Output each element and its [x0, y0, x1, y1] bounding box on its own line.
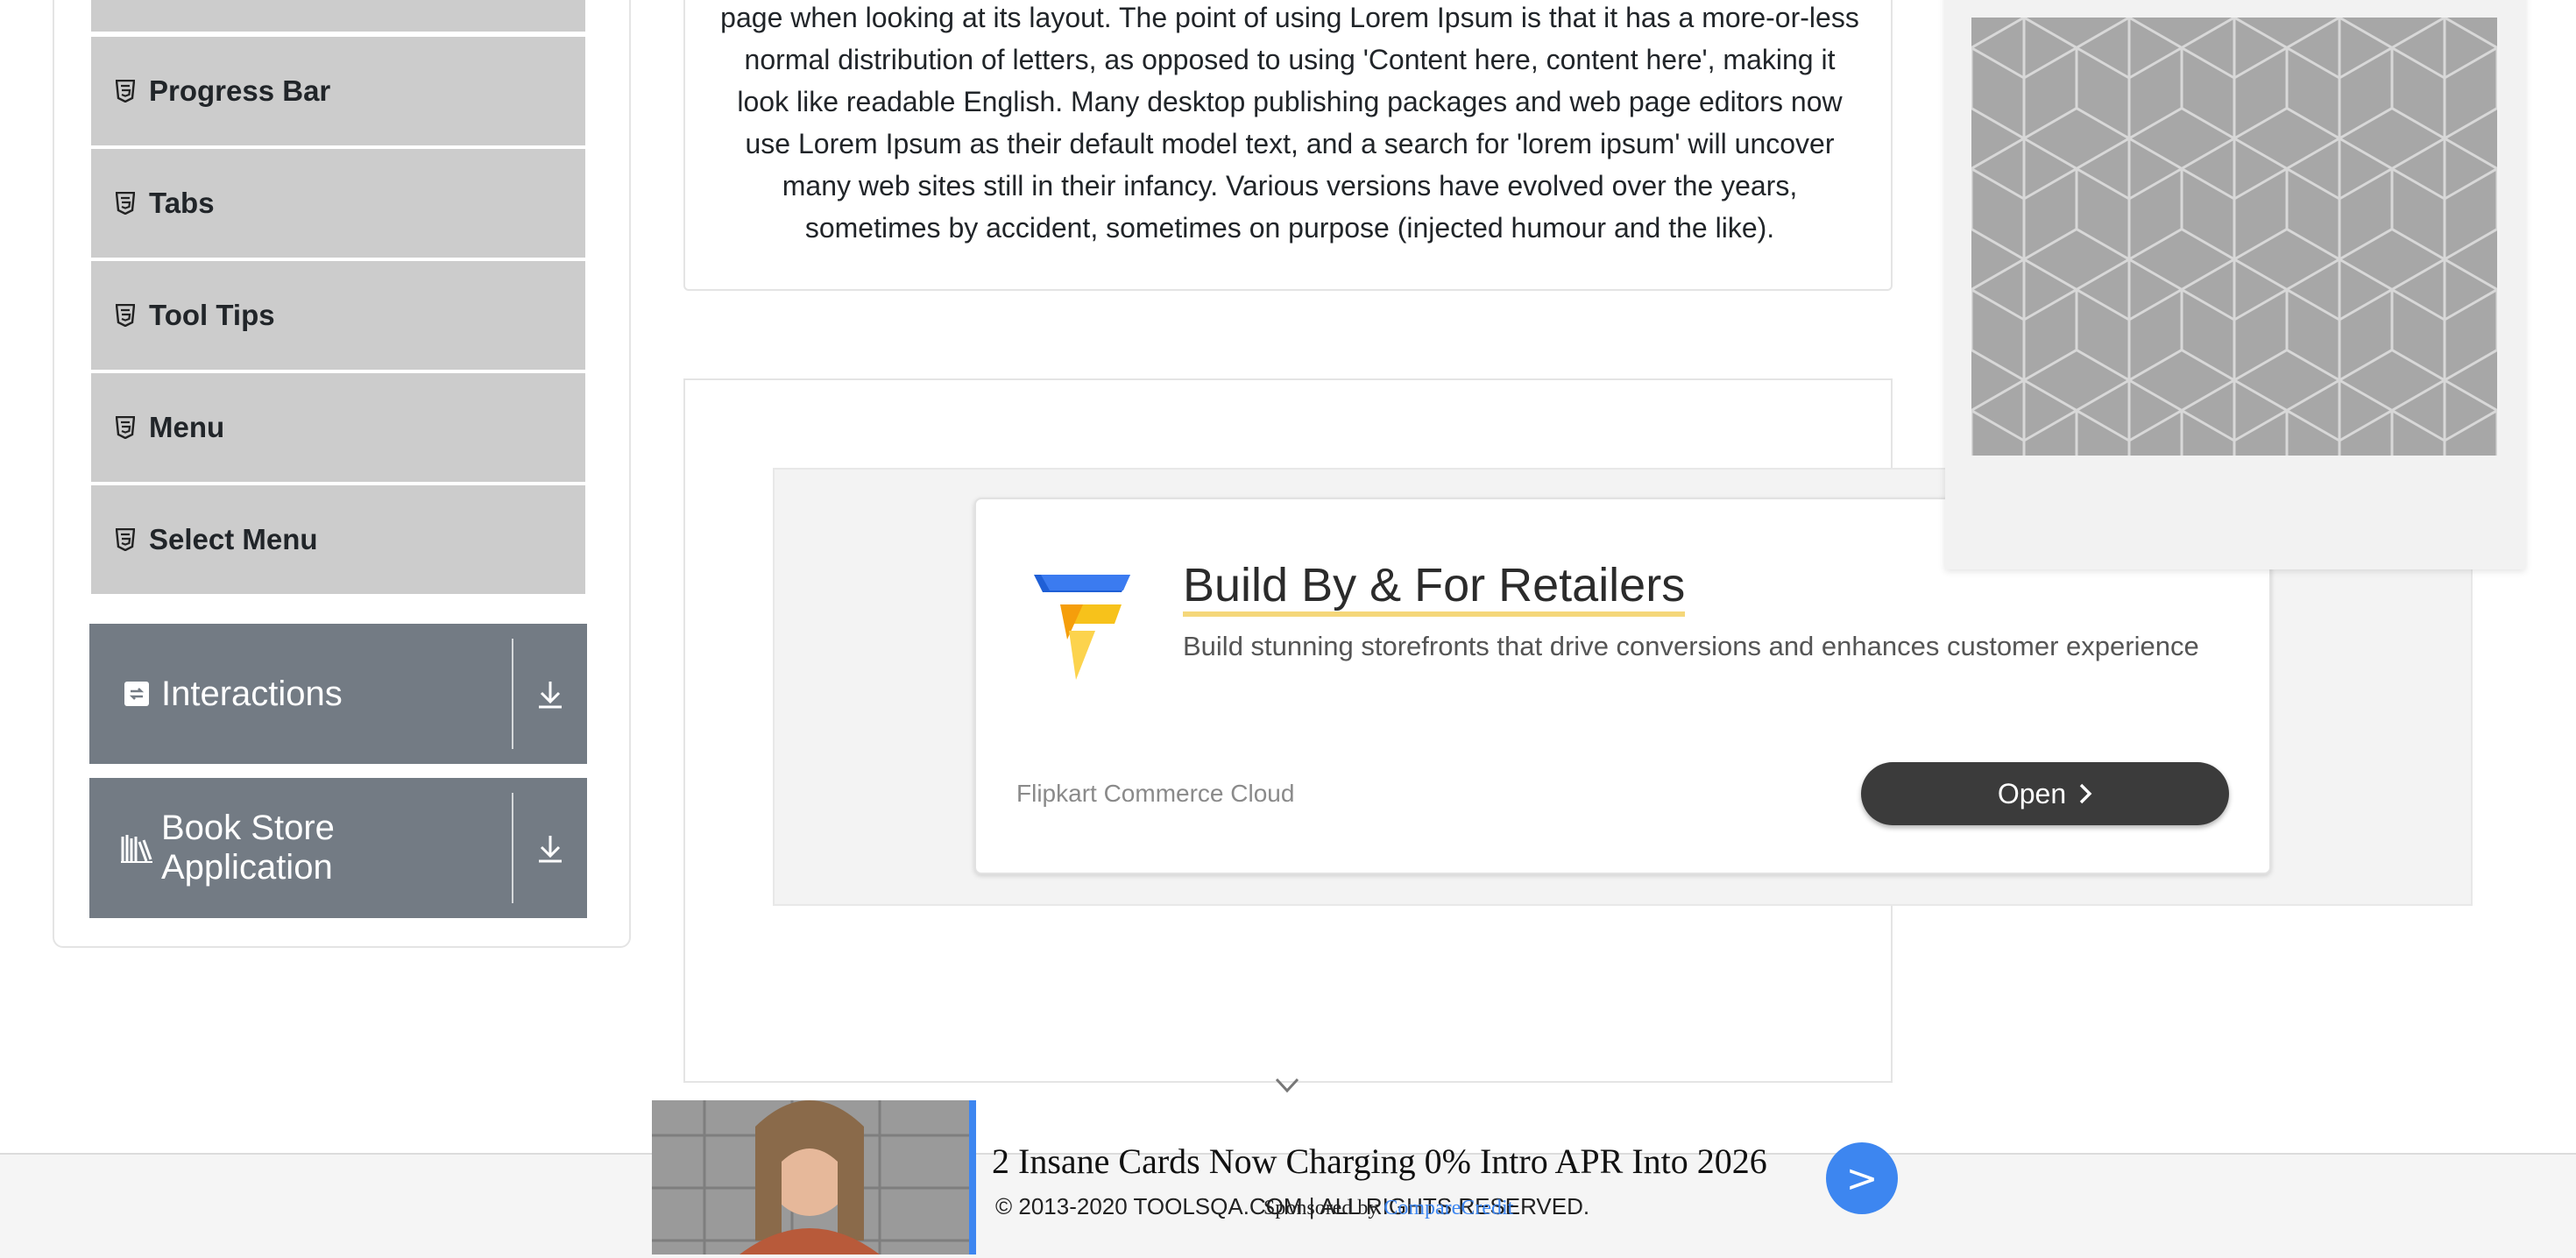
html5-icon: [114, 190, 137, 216]
html5-icon: [114, 414, 137, 441]
banner-next-button[interactable]: >: [1826, 1142, 1898, 1214]
download-arrow-icon[interactable]: [513, 624, 587, 764]
sidebar-item-partial[interactable]: [91, 0, 585, 32]
sponsor-link[interactable]: CompareCredit: [1384, 1197, 1513, 1219]
sidebar-item-progress-bar[interactable]: Progress Bar: [91, 37, 585, 145]
group-header-book-store[interactable]: Book Store Application: [89, 778, 587, 918]
ad-description: Build stunning storefronts that drive co…: [1183, 631, 2199, 661]
banner-headline[interactable]: 2 Insane Cards Now Charging 0% Intro APR…: [992, 1141, 1767, 1182]
html5-icon: [114, 302, 137, 329]
ad-brand: Flipkart Commerce Cloud: [1016, 780, 1295, 807]
banner-sponsor: Sponsored by CompareCredit: [1263, 1197, 1513, 1220]
sidebar-item-label: Menu: [149, 411, 225, 443]
chevron-right-icon: [2078, 782, 2092, 805]
sidebar-item-tool-tips[interactable]: Tool Tips: [91, 261, 585, 370]
sidebar-item-label: Tabs: [149, 187, 215, 219]
html5-icon: [114, 78, 137, 104]
group-header-label: Interactions: [161, 674, 343, 713]
banner-ad-image[interactable]: [652, 1100, 969, 1254]
interactions-icon: [119, 676, 154, 711]
sidebar-item-menu[interactable]: Menu: [91, 373, 585, 482]
group-header-label: Book Store Application: [161, 809, 335, 887]
html5-icon: [114, 527, 137, 553]
content-card: page when looking at its layout. The poi…: [683, 0, 1893, 291]
banner-accent-bar: [969, 1100, 976, 1254]
group-header-interactions[interactable]: Interactions: [89, 624, 587, 764]
chevron-down-icon[interactable]: [1274, 1076, 1300, 1095]
sponsor-prefix: Sponsored by: [1263, 1197, 1384, 1219]
open-button[interactable]: Open: [1861, 762, 2229, 825]
books-icon: [119, 830, 154, 866]
lorem-ipsum-text: page when looking at its layout. The poi…: [720, 2, 1859, 244]
side-ad[interactable]: [1945, 0, 2525, 569]
ad-title[interactable]: Build By & For Retailers: [1183, 559, 1686, 617]
open-button-label: Open: [1997, 777, 2067, 809]
sidebar-item-select-menu[interactable]: Select Menu: [91, 485, 585, 594]
sidebar-item-label: Progress Bar: [149, 74, 331, 107]
sidebar-item-tabs[interactable]: Tabs: [91, 149, 585, 258]
flipkart-commerce-logo-icon: [1034, 575, 1137, 680]
sidebar-item-label: Tool Tips: [149, 299, 275, 331]
sidebar-item-label: Select Menu: [149, 523, 318, 555]
ad-pattern-image: [1971, 18, 2497, 456]
download-arrow-icon[interactable]: [513, 778, 587, 918]
